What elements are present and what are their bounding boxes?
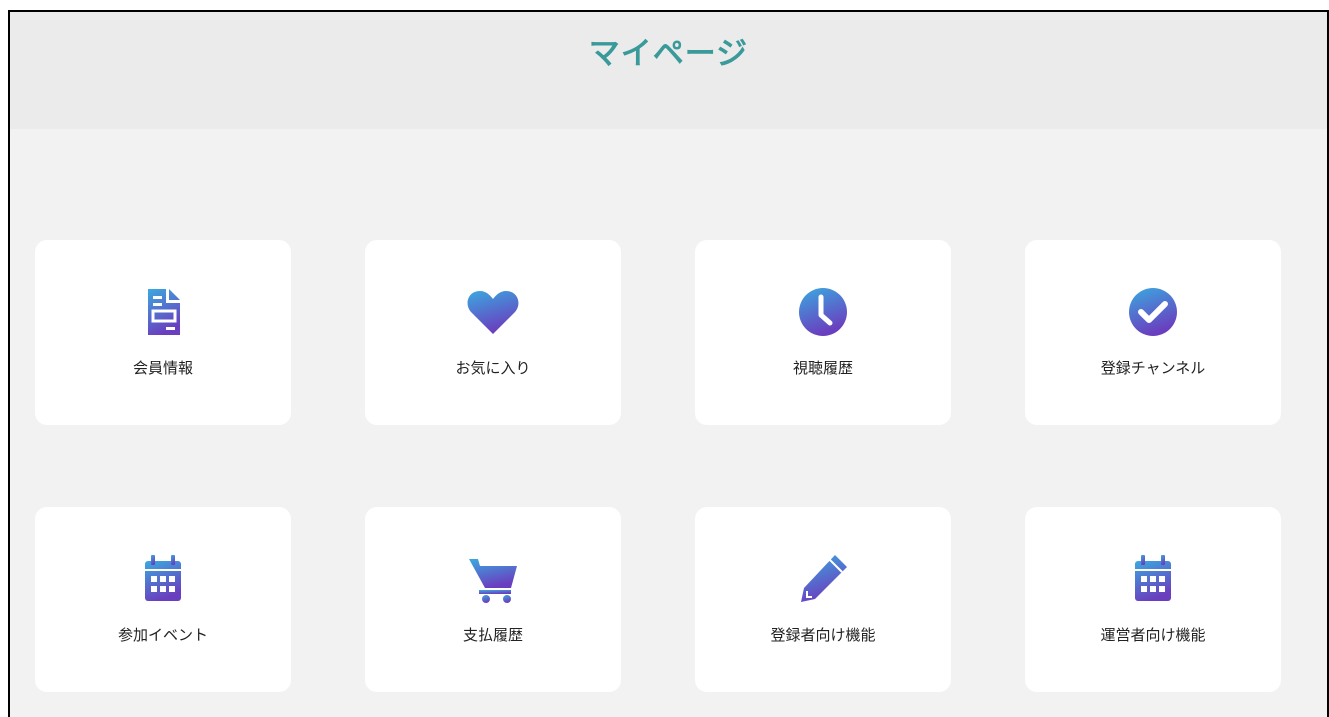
menu-card-operator-features[interactable]: 運営者向け機能 [1025, 507, 1281, 692]
menu-card-label: 参加イベント [117, 626, 208, 644]
calendar-icon [135, 551, 191, 607]
menu-card-subscribed-channels[interactable]: 登録チャンネル [1025, 240, 1281, 425]
page-title: マイページ [588, 36, 749, 72]
menu-card-label: 登録チャンネル [1100, 359, 1206, 377]
menu-card-watch-history[interactable]: 視聴履歴 [695, 240, 951, 425]
menu-card-favorites[interactable]: お気に入り [365, 240, 621, 425]
page-frame: マイページ 会員情報 お気に入り 視聴履歴 登録チャンネル 参加イベント 支払履… [8, 10, 1329, 717]
page-header: マイページ [10, 12, 1327, 129]
menu-card-events[interactable]: 参加イベント [35, 507, 291, 692]
cart-icon [465, 551, 521, 607]
calendar-icon [1125, 551, 1181, 607]
menu-card-label: 視聴履歴 [792, 359, 853, 377]
menu-card-label: 運営者向け機能 [1100, 626, 1206, 644]
menu-card-label: 支払履歴 [462, 626, 523, 644]
menu-card-payment-history[interactable]: 支払履歴 [365, 507, 621, 692]
menu-card-subscriber-features[interactable]: 登録者向け機能 [695, 507, 951, 692]
menu-card-label: 会員情報 [132, 359, 193, 377]
menu-card-label: お気に入り [455, 359, 531, 377]
heart-icon [465, 284, 521, 340]
pencil-icon [795, 551, 851, 607]
menu-card-member-info[interactable]: 会員情報 [35, 240, 291, 425]
menu-grid: 会員情報 お気に入り 視聴履歴 登録チャンネル 参加イベント 支払履歴 登録者向… [10, 129, 1327, 717]
document-icon [135, 284, 191, 340]
menu-card-label: 登録者向け機能 [770, 626, 876, 644]
clock-icon [795, 284, 851, 340]
check-circle-icon [1125, 284, 1181, 340]
